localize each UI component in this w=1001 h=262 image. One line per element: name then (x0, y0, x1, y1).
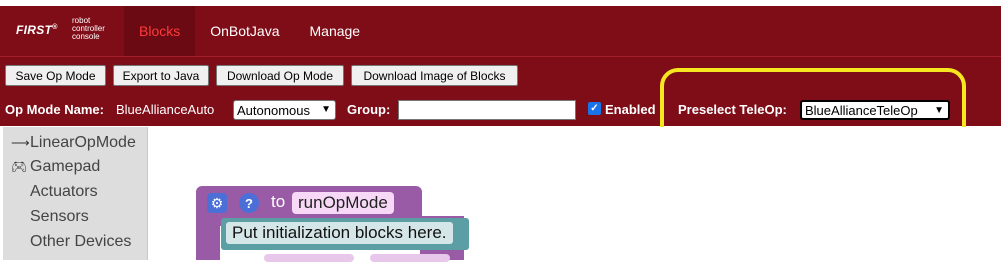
block-to-label: to (271, 192, 286, 211)
top-nav: FIRST® robot controller console Blocks O… (0, 6, 1001, 56)
run-op-mode-block-body[interactable] (196, 216, 220, 260)
chevron-down-icon: ▼ (321, 104, 331, 115)
group-label: Group: (347, 102, 391, 117)
preselect-teleop-value: BlueAllianceTeleOp (805, 102, 918, 118)
toolbox-item-label: LinearOpMode (30, 134, 136, 151)
arrow-right-icon: ⟶ (11, 135, 30, 150)
preselect-teleop-select[interactable]: BlueAllianceTeleOp ▼ (800, 100, 950, 120)
toolbox-item-label: Other Devices (30, 233, 132, 250)
toolbox-item-linearopmode[interactable]: ⟶ LinearOpMode (3, 131, 147, 155)
logo-brand: FIRST® (16, 23, 58, 37)
op-mode-type-value: Autonomous (237, 102, 310, 118)
toolbox-item-label: Gamepad (30, 158, 101, 175)
download-op-mode-button[interactable]: Download Op Mode (216, 65, 344, 86)
toolbox-item-label: Sensors (30, 208, 89, 225)
toolbox-item-label: Actuators (30, 183, 98, 200)
next-block-stub[interactable] (370, 254, 450, 262)
gear-icon[interactable]: ⚙ (207, 193, 227, 213)
toolbar: Save Op Mode Export to Java Download Op … (0, 56, 1001, 92)
checkmark-icon: ✓ (590, 103, 599, 114)
download-image-of-blocks-button[interactable]: Download Image of Blocks (351, 65, 518, 86)
toolbox-item-sensors[interactable]: Sensors (3, 205, 147, 229)
tab-blocks[interactable]: Blocks (124, 6, 196, 56)
export-to-java-button[interactable]: Export to Java (113, 65, 209, 86)
toolbox-item-other-devices[interactable]: Other Devices (3, 230, 147, 254)
first-logo: FIRST® robot controller console (0, 6, 124, 56)
preselect-teleop-label: Preselect TeleOp: (678, 102, 787, 117)
toolbox-item-actuators[interactable]: Actuators (3, 180, 147, 204)
save-op-mode-button[interactable]: Save Op Mode (5, 65, 106, 86)
op-mode-name-label: Op Mode Name: (5, 102, 104, 117)
comment-text: Put initialization blocks here. (226, 222, 453, 244)
tab-manage[interactable]: Manage (295, 6, 376, 56)
next-block-stub[interactable] (264, 254, 354, 262)
enabled-label: Enabled (605, 102, 656, 117)
logo-subtitle: robot controller console (72, 16, 105, 41)
op-mode-name-value: BlueAllianceAuto (116, 102, 215, 117)
gamepad-icon: 🎮︎ (11, 159, 28, 174)
op-mode-type-select[interactable]: Autonomous ▼ (233, 100, 336, 120)
enabled-checkbox[interactable]: ✓ (588, 102, 601, 115)
toolbox-item-gamepad[interactable]: 🎮︎ Gamepad (3, 155, 147, 179)
function-name-field[interactable]: runOpMode (292, 192, 394, 214)
blocks-toolbox: ⟶ LinearOpMode 🎮︎ Gamepad Actuators Sens… (3, 127, 148, 260)
help-icon[interactable]: ? (239, 193, 259, 213)
tab-onbotjava[interactable]: OnBotJava (195, 6, 294, 56)
op-mode-settings-bar: Op Mode Name: BlueAllianceAuto Autonomou… (0, 92, 1001, 126)
group-input[interactable] (398, 100, 576, 120)
chevron-down-icon: ▼ (934, 105, 944, 116)
